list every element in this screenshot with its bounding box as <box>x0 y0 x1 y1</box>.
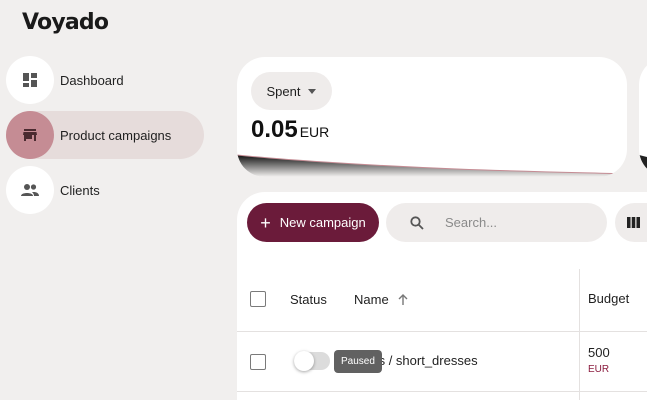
column-header-status[interactable]: Status <box>290 292 327 307</box>
metric-card <box>639 57 647 177</box>
search-input[interactable] <box>445 215 585 230</box>
search-box[interactable] <box>386 203 607 242</box>
storefront-icon <box>6 111 54 159</box>
sidebar-item-label: Product campaigns <box>60 127 172 143</box>
columns-button[interactable] <box>615 203 647 242</box>
status-tooltip: Paused <box>334 350 382 373</box>
table-row[interactable]: heels / short_dresses Paused 500 EUR <box>237 332 647 392</box>
dashboard-icon <box>6 56 54 104</box>
row-checkbox[interactable] <box>250 354 266 370</box>
sidebar-item-clients[interactable]: Clients <box>6 166 100 214</box>
toggle-knob <box>294 351 314 371</box>
campaigns-panel: + New campaign Status Name Budget <box>237 192 647 400</box>
spent-card: Spent 0.05 EUR <box>237 57 627 177</box>
spent-selector[interactable]: Spent <box>251 72 332 110</box>
voyado-logo[interactable]: Voyado <box>22 10 109 35</box>
metric-sparkline <box>639 155 647 177</box>
new-campaign-button[interactable]: + New campaign <box>247 203 379 242</box>
budget-value: 500 <box>588 345 610 360</box>
column-header-budget[interactable]: Budget <box>588 291 629 306</box>
search-icon <box>410 215 424 230</box>
spent-selector-label: Spent <box>266 83 301 99</box>
sidebar-item-product-campaigns[interactable]: Product campaigns <box>6 111 204 159</box>
budget-currency: EUR <box>588 364 610 375</box>
sidebar-item-label: Clients <box>60 182 100 198</box>
columns-icon <box>627 217 640 228</box>
column-header-name-label: Name <box>354 292 389 307</box>
new-campaign-label: New campaign <box>279 215 366 230</box>
caret-down-icon <box>308 88 317 94</box>
plus-icon: + <box>260 212 271 233</box>
sidebar-item-label: Dashboard <box>60 72 124 88</box>
status-toggle[interactable] <box>294 351 330 371</box>
sidebar-item-dashboard[interactable]: Dashboard <box>6 56 124 104</box>
people-icon <box>6 166 54 214</box>
sort-ascending-icon[interactable] <box>398 294 408 305</box>
select-all-checkbox[interactable] <box>250 291 266 307</box>
spent-sparkline <box>237 154 627 177</box>
table-header: Status Name Budget <box>237 269 647 332</box>
column-header-name[interactable]: Name <box>354 292 408 307</box>
